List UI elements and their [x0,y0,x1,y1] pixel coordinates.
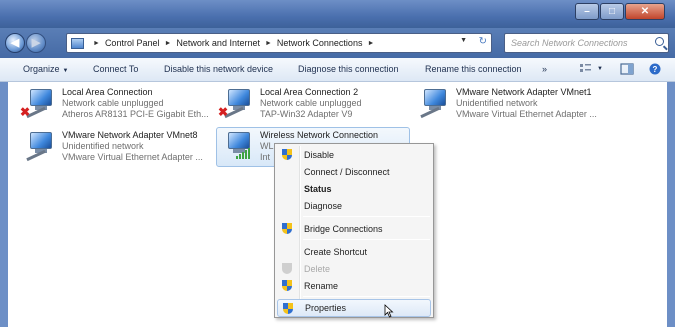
menu-item-status[interactable]: Status [277,180,431,198]
menu-item-label: Rename [304,281,339,291]
connection-item[interactable]: VMware Network Adapter VMnet8 Unidentifi… [20,130,215,170]
menu-item-disable[interactable]: Disable [277,146,431,164]
mouse-pointer-icon [384,304,394,318]
command-bar: Organize ▼ Connect To Disable this networ… [0,58,675,82]
rename-button[interactable]: Rename this connection [425,64,522,74]
menu-item-label: Disable [304,150,335,160]
breadcrumb-separator: ► [93,39,100,47]
refresh-icon[interactable]: ↻ [479,36,487,47]
maximize-button[interactable]: □ [600,3,624,20]
close-button[interactable]: ✕ [625,3,665,20]
menu-item-rename[interactable]: Rename [277,277,431,295]
connection-status: Unidentified network [62,141,144,151]
back-button[interactable]: ◀ [5,33,25,53]
search-placeholder: Search Network Connections [511,38,628,48]
connection-status: WL [260,141,274,151]
change-view-icon[interactable] [580,63,594,75]
breadcrumb-separator[interactable]: ► [164,40,171,47]
organize-label: Organize [23,64,60,74]
network-unplugged-icon: ✖ [20,89,54,119]
title-bar: – □ ✕ [0,0,675,28]
search-icon[interactable] [655,37,664,46]
menu-item-connect-disconnect[interactable]: Connect / Disconnect [277,163,431,181]
control-panel-icon [71,37,84,49]
menu-item-diagnose[interactable]: Diagnose [277,197,431,215]
connection-adapter: VMware Virtual Ethernet Adapter ... [62,152,203,162]
organize-button[interactable]: Organize ▼ [23,64,68,74]
menu-separator [303,296,430,297]
window-border-right [667,82,675,327]
arrow-right-icon: ▶ [31,37,41,49]
minimize-button[interactable]: – [575,3,599,20]
chevron-down-icon: ▼ [62,68,69,74]
breadcrumb-network-connections[interactable]: Network Connections [277,38,363,48]
uac-shield-icon [282,223,293,235]
connection-name: Local Area Connection 2 [260,87,359,97]
connection-name: Wireless Network Connection [260,130,379,140]
forward-button[interactable]: ▶ [26,33,46,53]
address-dropdown-icon[interactable]: ▼ [460,37,467,44]
connection-item[interactable]: ✖ Local Area Connection 2 Network cable … [218,87,408,127]
connection-name: VMware Network Adapter VMnet1 [456,87,592,97]
connection-adapter: TAP-Win32 Adapter V9 [260,109,353,119]
uac-shield-icon [282,280,293,292]
menu-item-create-shortcut[interactable]: Create Shortcut [277,243,431,261]
network-connected-icon [414,89,448,119]
breadcrumb-control-panel[interactable]: Control Panel [105,38,160,48]
view-dropdown-icon[interactable]: ▼ [597,66,603,72]
connection-status: Unidentified network [456,98,538,108]
connection-name: Local Area Connection [62,87,153,97]
more-commands-button[interactable]: » [542,64,547,74]
breadcrumb-separator[interactable]: ► [265,40,272,47]
menu-item-label: Delete [304,264,331,274]
connection-item[interactable]: VMware Network Adapter VMnet1 Unidentifi… [414,87,664,127]
uac-shield-icon [282,149,293,161]
menu-item-properties[interactable]: Properties [277,299,431,317]
help-icon[interactable]: ? [648,63,662,75]
wireless-signal-icon [218,132,252,162]
menu-item-delete: Delete [277,260,431,278]
address-row: ◀ ▶ ► Control Panel ► Network and Intern… [0,28,675,58]
diagnose-button[interactable]: Diagnose this connection [298,64,399,74]
uac-shield-icon [283,303,294,315]
connection-name: VMware Network Adapter VMnet8 [62,130,198,140]
breadcrumb-separator[interactable]: ► [367,40,374,47]
menu-item-label: Properties [305,303,347,313]
menu-separator [303,216,430,217]
connection-adapter: Atheros AR8131 PCI-E Gigabit Eth... [62,109,209,119]
network-unplugged-icon: ✖ [218,89,252,119]
connection-status: Network cable unplugged [260,98,362,108]
context-menu: Disable Connect / Disconnect Status Diag… [274,143,434,318]
svg-text:?: ? [653,65,658,74]
uac-shield-icon [282,263,293,275]
network-connected-icon [20,132,54,162]
connect-to-button[interactable]: Connect To [93,64,138,74]
menu-separator [303,239,430,240]
connection-status: Network cable unplugged [62,98,164,108]
connection-adapter: VMware Virtual Ethernet Adapter ... [456,109,597,119]
disable-device-button[interactable]: Disable this network device [164,64,273,74]
window-controls: – □ ✕ [574,3,665,20]
arrow-left-icon: ◀ [10,37,20,49]
address-bar[interactable]: ► Control Panel ► Network and Internet ►… [66,33,492,53]
search-input[interactable]: Search Network Connections [504,33,669,53]
menu-item-label: Bridge Connections [304,224,383,234]
breadcrumb-network-and-internet[interactable]: Network and Internet [176,38,260,48]
connection-adapter: Int [260,152,271,162]
connection-item[interactable]: ✖ Local Area Connection Network cable un… [20,87,215,127]
window-border-left [0,82,8,327]
preview-pane-icon[interactable] [620,63,634,75]
menu-item-bridge-connections[interactable]: Bridge Connections [277,220,431,238]
